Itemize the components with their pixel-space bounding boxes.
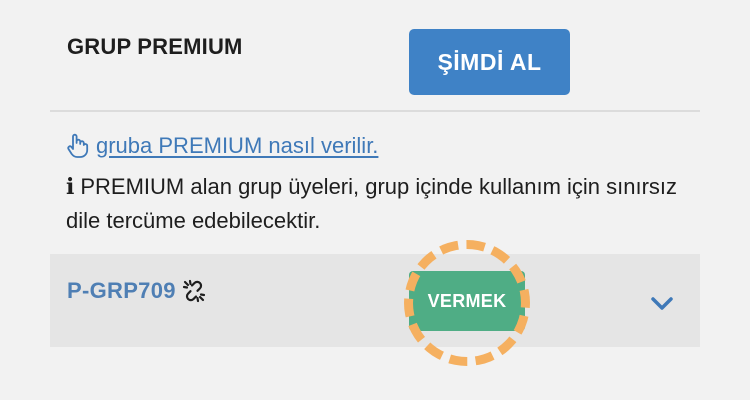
group-name-block: P-GRP709 xyxy=(67,278,206,304)
give-premium-button[interactable]: VERMEK xyxy=(409,271,525,331)
chevron-down-icon[interactable] xyxy=(650,296,674,312)
group-row: P-GRP709 VERMEK xyxy=(50,254,700,347)
info-text-block: i PREMIUM alan grup üyeleri, grup içinde … xyxy=(66,170,686,238)
pointing-hand-icon xyxy=(67,133,89,158)
info-text: PREMIUM alan grup üyeleri, grup içinde k… xyxy=(66,174,678,233)
premium-panel: GRUP PREMIUM ŞİMDİ AL gruba PREMIUM nası… xyxy=(0,0,750,400)
divider xyxy=(50,110,700,112)
buy-now-button[interactable]: ŞİMDİ AL xyxy=(409,29,570,95)
howto-link[interactable]: gruba PREMIUM nasıl verilir. xyxy=(96,133,378,159)
group-name: P-GRP709 xyxy=(67,278,176,303)
howto-link-row[interactable]: gruba PREMIUM nasıl verilir. xyxy=(66,133,378,159)
info-icon: i xyxy=(66,174,75,200)
page-title: GRUP PREMIUM xyxy=(67,34,243,59)
unlink-icon xyxy=(182,279,205,303)
